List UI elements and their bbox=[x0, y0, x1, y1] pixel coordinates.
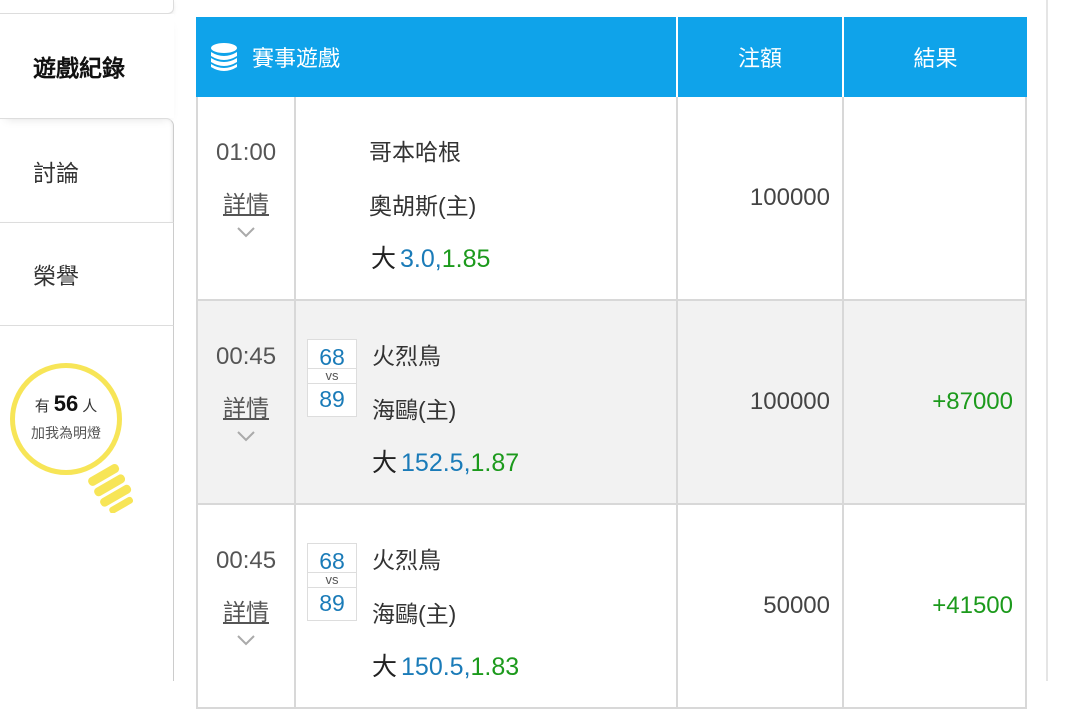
score-vs: vs bbox=[308, 572, 356, 588]
score-away: 68 bbox=[319, 548, 345, 574]
score-vs: vs bbox=[308, 368, 356, 384]
chevron-down-icon[interactable] bbox=[235, 221, 257, 243]
bet-type: 大 bbox=[371, 245, 397, 273]
sidebar-item-label: 討論 bbox=[33, 159, 79, 186]
team-home: 海鷗(主) bbox=[372, 397, 457, 423]
score-away: 68 bbox=[319, 344, 345, 370]
sidebar-item-game-records[interactable]: 遊戲紀錄 bbox=[0, 14, 174, 118]
bet-odds: 1.87 bbox=[470, 449, 520, 477]
bet-odds: 1.85 bbox=[441, 245, 491, 273]
match-time: 01:00 bbox=[216, 139, 277, 166]
bet-records-table: 賽事遊戲 注額 結果 01:00 詳情 哥本哈根 奧胡斯(主) 大 3.0,1.8… bbox=[196, 17, 1027, 709]
follow-lightbulb-button[interactable]: 有 56 人 加我為明燈 bbox=[10, 363, 136, 513]
sidebar-item-label: 遊戲紀錄 bbox=[33, 55, 125, 81]
detail-link[interactable]: 詳情 bbox=[223, 593, 269, 627]
detail-link[interactable]: 詳情 bbox=[223, 185, 269, 219]
bet-line: 152.5 bbox=[401, 449, 464, 477]
bet-line: 150.5 bbox=[401, 653, 464, 681]
header-result: 結果 bbox=[913, 46, 958, 71]
bet-type: 大 bbox=[372, 449, 398, 477]
bet-info: 大 3.0,1.85 bbox=[371, 239, 490, 275]
sidebar-item-honor[interactable]: 榮譽 bbox=[0, 222, 174, 326]
sidebar: 遊戲紀錄 討論 榮譽 有 56 人 加我為明燈 bbox=[0, 0, 175, 681]
follower-prefix: 有 bbox=[34, 398, 50, 415]
lightbulb-circle bbox=[10, 363, 122, 475]
follower-count: 有 56 人 bbox=[10, 391, 122, 417]
chevron-down-icon[interactable] bbox=[235, 425, 257, 447]
follower-suffix: 人 bbox=[82, 398, 98, 415]
match-cell: 哥本哈根 奧胡斯(主) 大 3.0,1.85 bbox=[296, 97, 678, 299]
follow-caption: 加我為明燈 bbox=[31, 425, 101, 441]
header-amount: 注額 bbox=[678, 17, 844, 97]
score-box: 68 vs 89 bbox=[307, 543, 357, 621]
scroll-gutter bbox=[1046, 0, 1048, 681]
result-cell bbox=[844, 97, 1027, 299]
match-time: 00:45 bbox=[216, 547, 277, 574]
bet-info: 大 152.5,1.87 bbox=[372, 443, 519, 479]
bet-separator: , bbox=[463, 449, 471, 477]
match-cell: 68 vs 89 火烈鳥 海鷗(主) 大 150.5,1.83 bbox=[296, 505, 678, 707]
coin-stack-icon bbox=[211, 43, 237, 71]
match-time: 00:45 bbox=[216, 343, 277, 370]
amount-cell: 100000 bbox=[678, 97, 844, 299]
result-cell: +41500 bbox=[844, 505, 1027, 707]
sidebar-item-label: 榮譽 bbox=[33, 263, 79, 289]
team-home: 海鷗(主) bbox=[372, 601, 457, 627]
bet-separator: , bbox=[463, 653, 471, 681]
time-cell: 00:45 詳情 bbox=[196, 505, 296, 707]
sidebar-item-discussion[interactable]: 討論 bbox=[0, 118, 174, 222]
score-home: 89 bbox=[319, 590, 345, 616]
time-cell: 00:45 詳情 bbox=[196, 301, 296, 503]
amount-cell: 100000 bbox=[678, 301, 844, 503]
bet-separator: , bbox=[434, 245, 442, 273]
header-game-label: 賽事遊戲 bbox=[252, 46, 341, 71]
header-game: 賽事遊戲 bbox=[196, 17, 678, 97]
table-row: 01:00 詳情 哥本哈根 奧胡斯(主) 大 3.0,1.85 100000 bbox=[196, 97, 1027, 301]
team-away: 火烈鳥 bbox=[372, 343, 441, 369]
team-away: 火烈鳥 bbox=[372, 547, 441, 573]
bet-line: 3.0 bbox=[400, 245, 435, 273]
score-home: 89 bbox=[319, 386, 345, 412]
time-cell: 01:00 詳情 bbox=[196, 97, 296, 299]
table-row: 00:45 詳情 68 vs 89 火烈鳥 海鷗(主) 大 152.5,1.87 … bbox=[196, 301, 1027, 505]
table-row: 00:45 詳情 68 vs 89 火烈鳥 海鷗(主) 大 150.5,1.83 … bbox=[196, 505, 1027, 709]
bet-info: 大 150.5,1.83 bbox=[372, 647, 519, 683]
table-header: 賽事遊戲 注額 結果 bbox=[196, 17, 1027, 97]
match-cell: 68 vs 89 火烈鳥 海鷗(主) 大 152.5,1.87 bbox=[296, 301, 678, 503]
detail-link[interactable]: 詳情 bbox=[223, 389, 269, 423]
score-box: 68 vs 89 bbox=[307, 339, 357, 417]
follower-number: 56 bbox=[53, 391, 79, 416]
chevron-down-icon[interactable] bbox=[235, 629, 257, 651]
amount-cell: 50000 bbox=[678, 505, 844, 707]
bet-odds: 1.83 bbox=[470, 653, 520, 681]
team-away: 哥本哈根 bbox=[369, 139, 461, 165]
result-cell: +87000 bbox=[844, 301, 1027, 503]
bet-type: 大 bbox=[372, 653, 398, 681]
team-home: 奧胡斯(主) bbox=[369, 193, 477, 219]
sidebar-top-tab[interactable] bbox=[0, 0, 174, 14]
